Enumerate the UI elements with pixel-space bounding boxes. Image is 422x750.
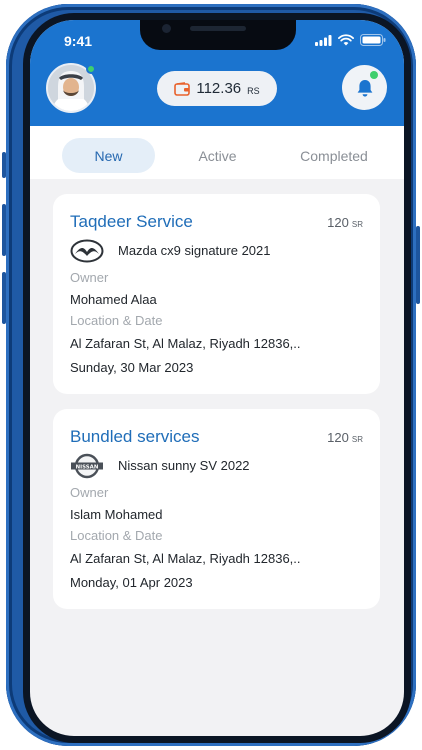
status-icons: [315, 34, 386, 46]
order-tabs: New Active Completed: [30, 126, 404, 179]
service-date: Monday, 01 Apr 2023: [70, 575, 193, 590]
service-date: Sunday, 30 Mar 2023: [70, 360, 194, 375]
device-notch: [140, 20, 296, 50]
tab-completed[interactable]: Completed: [279, 138, 389, 173]
volume-up-button: [2, 204, 6, 256]
owner-name: Islam Mohamed: [70, 507, 163, 522]
online-status-indicator: [86, 64, 96, 74]
bell-icon: [357, 79, 372, 97]
price-value: 120: [327, 430, 349, 445]
volume-down-button: [2, 272, 6, 324]
order-card[interactable]: Bundled services 120 SR NISSAN Nissan sun…: [53, 409, 380, 609]
battery-icon: [360, 34, 386, 46]
car-model: Mazda cx9 signature 2021: [118, 243, 271, 258]
price-currency: SR: [351, 435, 363, 444]
location-date-label: Location & Date: [70, 313, 163, 328]
silent-switch: [2, 152, 6, 178]
service-price: 120 SR: [327, 215, 363, 230]
wallet-currency: RS: [247, 85, 260, 96]
camera-icon: [162, 24, 171, 33]
order-card[interactable]: Taqdeer Service 120 SR Mazda cx9 signatur…: [53, 194, 380, 394]
notifications-button[interactable]: [342, 65, 387, 110]
speaker-grille: [190, 26, 246, 31]
location-address: Al Zafaran St, Al Malaz, Riyadh 12836,..: [70, 336, 301, 351]
price-currency: SR: [351, 220, 363, 229]
service-price: 120 SR: [327, 430, 363, 445]
tab-active[interactable]: Active: [171, 138, 264, 173]
location-date-label: Location & Date: [70, 528, 163, 543]
owner-label: Owner: [70, 485, 109, 500]
svg-text:NISSAN: NISSAN: [76, 464, 99, 470]
wallet-balance-button[interactable]: 112.36 RS: [157, 71, 277, 106]
service-title: Bundled services: [70, 427, 200, 446]
price-value: 120: [327, 215, 349, 230]
nissan-logo-icon: NISSAN: [70, 453, 104, 478]
wallet-amount: 112.36: [196, 80, 242, 97]
signal-icon: [315, 34, 332, 46]
tab-new-label: New: [94, 147, 123, 164]
power-button: [416, 226, 420, 304]
app-screen: 9:41 112.36 RS New Active Completed Taqd…: [30, 20, 404, 736]
tab-completed-label: Completed: [300, 147, 368, 164]
phone-frame: 9:41 112.36 RS New Active Completed Taqd…: [2, 4, 420, 746]
car-info: NISSAN Nissan sunny SV 2022: [70, 453, 250, 478]
service-title: Taqdeer Service: [70, 212, 193, 231]
wifi-icon: [338, 34, 354, 46]
mazda-logo-icon: [70, 238, 104, 263]
car-info: Mazda cx9 signature 2021: [70, 238, 270, 263]
wallet-icon: [174, 81, 191, 96]
owner-name: Mohamed Alaa: [70, 292, 157, 307]
tab-new[interactable]: New: [62, 138, 155, 173]
status-time: 9:41: [64, 33, 93, 49]
notification-dot: [370, 71, 378, 79]
tab-active-label: Active: [198, 147, 237, 164]
car-model: Nissan sunny SV 2022: [118, 458, 250, 473]
owner-label: Owner: [70, 270, 109, 285]
location-address: Al Zafaran St, Al Malaz, Riyadh 12836,..: [70, 551, 301, 566]
